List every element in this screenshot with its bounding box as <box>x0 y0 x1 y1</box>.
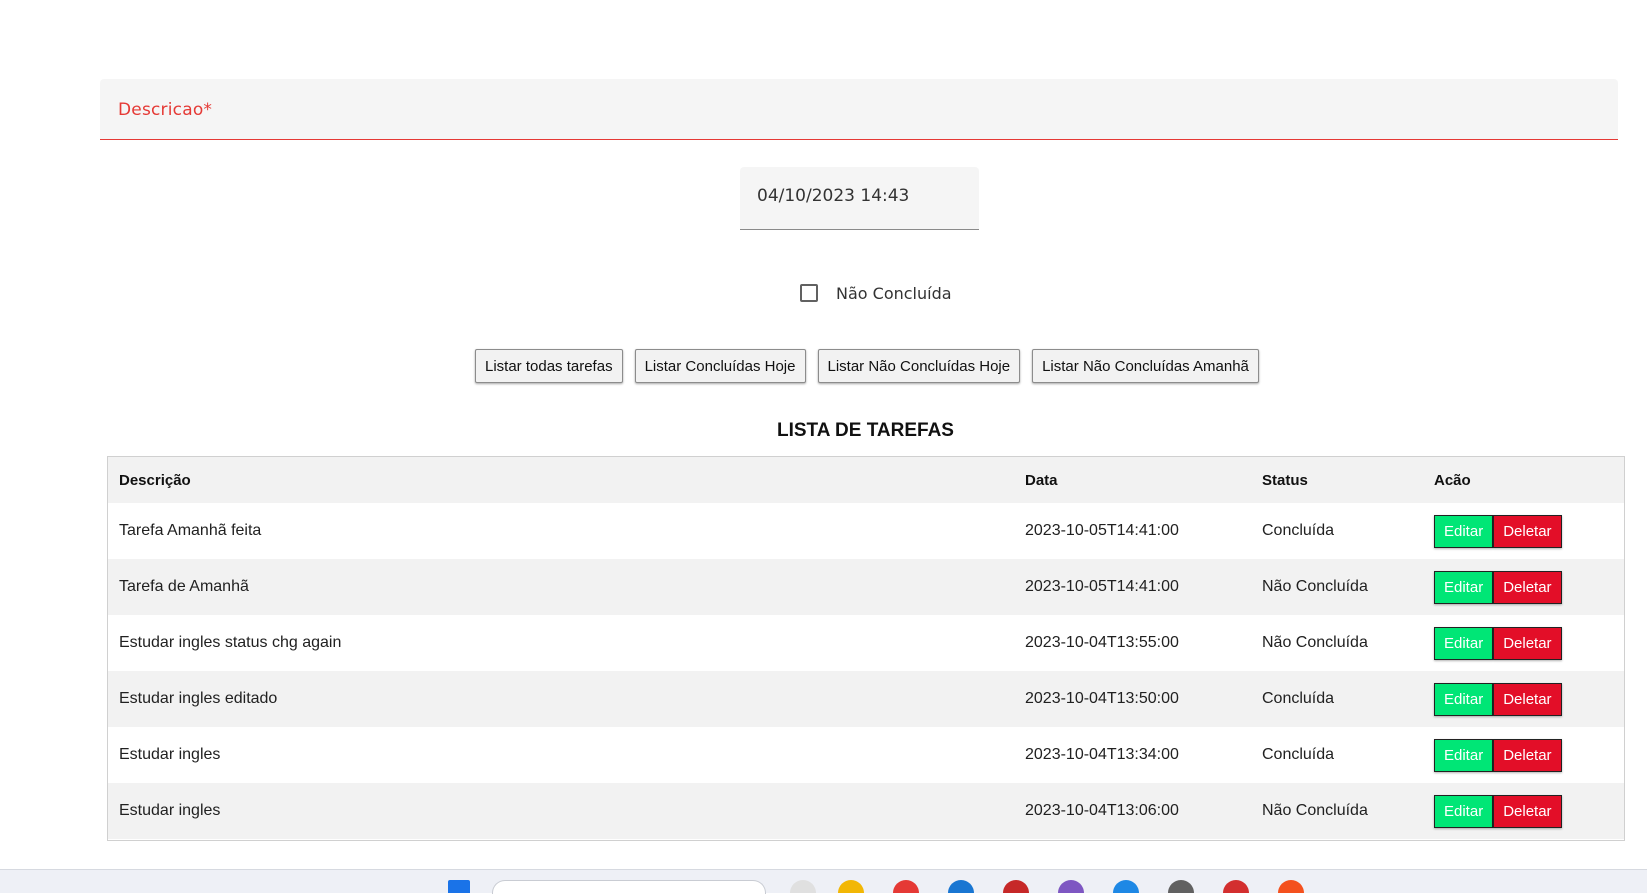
header-status: Status <box>1251 457 1423 503</box>
delete-button[interactable]: Deletar <box>1493 570 1562 604</box>
edit-button[interactable]: Editar <box>1434 626 1494 660</box>
header-action: Acão <box>1423 457 1624 503</box>
edit-button[interactable]: Editar <box>1434 682 1494 716</box>
filter-buttons: Listar todas tarefas Listar Concluídas H… <box>475 349 1259 383</box>
row-description: Estudar ingles status chg again <box>108 615 1014 671</box>
row-date: 2023-10-05T14:41:00 <box>1014 503 1251 559</box>
table-row: Tarefa Amanhã feita 2023-10-05T14:41:00 … <box>108 503 1624 559</box>
row-actions: Editar Deletar <box>1423 671 1624 727</box>
date-field[interactable] <box>740 167 979 230</box>
description-field[interactable]: Descricao* <box>100 79 1618 140</box>
windows-start-icon[interactable] <box>448 880 470 893</box>
row-actions: Editar Deletar <box>1423 503 1624 559</box>
delete-button[interactable]: Deletar <box>1493 626 1562 660</box>
delete-button[interactable]: Deletar <box>1493 682 1562 716</box>
row-description: Estudar ingles <box>108 727 1014 783</box>
table-row: Estudar ingles 2023-10-04T13:06:00 Não C… <box>108 783 1624 839</box>
row-date: 2023-10-04T13:06:00 <box>1014 783 1251 839</box>
delete-button[interactable]: Deletar <box>1493 794 1562 828</box>
edit-button[interactable]: Editar <box>1434 514 1494 548</box>
row-actions: Editar Deletar <box>1423 783 1624 839</box>
edit-button[interactable]: Editar <box>1434 738 1494 772</box>
list-not-completed-tomorrow-button[interactable]: Listar Não Concluídas Amanhã <box>1032 349 1259 383</box>
taskbar-app-icon[interactable] <box>1003 880 1029 893</box>
list-all-button[interactable]: Listar todas tarefas <box>475 349 623 383</box>
row-date: 2023-10-04T13:34:00 <box>1014 727 1251 783</box>
taskbar-app-icon[interactable] <box>1223 880 1249 893</box>
row-date: 2023-10-05T14:41:00 <box>1014 559 1251 615</box>
row-status: Concluída <box>1251 727 1423 783</box>
edit-button[interactable]: Editar <box>1434 794 1494 828</box>
row-description: Tarefa de Amanhã <box>108 559 1014 615</box>
status-checkbox-row[interactable]: Não Concluída <box>800 282 952 304</box>
row-actions: Editar Deletar <box>1423 559 1624 615</box>
row-description: Tarefa Amanhã feita <box>108 503 1014 559</box>
table-row: Tarefa de Amanhã 2023-10-05T14:41:00 Não… <box>108 559 1624 615</box>
vscode-icon[interactable] <box>948 880 974 893</box>
task-table: Descrição Data Status Acão Tarefa Amanhã… <box>107 456 1625 841</box>
header-date: Data <box>1014 457 1251 503</box>
list-title: LISTA DE TAREFAS <box>777 420 954 441</box>
row-status: Concluída <box>1251 671 1423 727</box>
delete-button[interactable]: Deletar <box>1493 738 1562 772</box>
description-label: Descricao* <box>118 100 213 120</box>
row-actions: Editar Deletar <box>1423 615 1624 671</box>
row-status: Não Concluída <box>1251 783 1423 839</box>
file-explorer-icon[interactable] <box>838 880 864 893</box>
taskbar-app-icon[interactable] <box>790 880 816 893</box>
header-description: Descrição <box>108 457 1014 503</box>
row-status: Não Concluída <box>1251 559 1423 615</box>
table-row: Estudar ingles status chg again 2023-10-… <box>108 615 1624 671</box>
table-row: Estudar ingles 2023-10-04T13:34:00 Concl… <box>108 727 1624 783</box>
row-date: 2023-10-04T13:55:00 <box>1014 615 1251 671</box>
taskbar-app-icon[interactable] <box>1278 880 1304 893</box>
row-actions: Editar Deletar <box>1423 727 1624 783</box>
row-description: Estudar ingles editado <box>108 671 1014 727</box>
table-row: Estudar ingles editado 2023-10-04T13:50:… <box>108 671 1624 727</box>
list-not-completed-today-button[interactable]: Listar Não Concluídas Hoje <box>817 349 1021 383</box>
not-completed-checkbox[interactable] <box>800 284 818 302</box>
row-description: Estudar ingles <box>108 783 1014 839</box>
delete-button[interactable]: Deletar <box>1493 514 1562 548</box>
row-status: Não Concluída <box>1251 615 1423 671</box>
list-completed-today-button[interactable]: Listar Concluídas Hoje <box>634 349 806 383</box>
taskbar-app-icon[interactable] <box>1168 880 1194 893</box>
table-header-row: Descrição Data Status Acão <box>108 457 1624 503</box>
row-status: Concluída <box>1251 503 1423 559</box>
edit-button[interactable]: Editar <box>1434 570 1494 604</box>
checkbox-label: Não Concluída <box>836 283 952 303</box>
chrome-icon[interactable] <box>893 880 919 893</box>
taskbar <box>0 869 1647 894</box>
visual-studio-icon[interactable] <box>1058 880 1084 893</box>
taskbar-app-icon[interactable] <box>1113 880 1139 893</box>
date-input[interactable] <box>757 186 957 206</box>
row-date: 2023-10-04T13:50:00 <box>1014 671 1251 727</box>
